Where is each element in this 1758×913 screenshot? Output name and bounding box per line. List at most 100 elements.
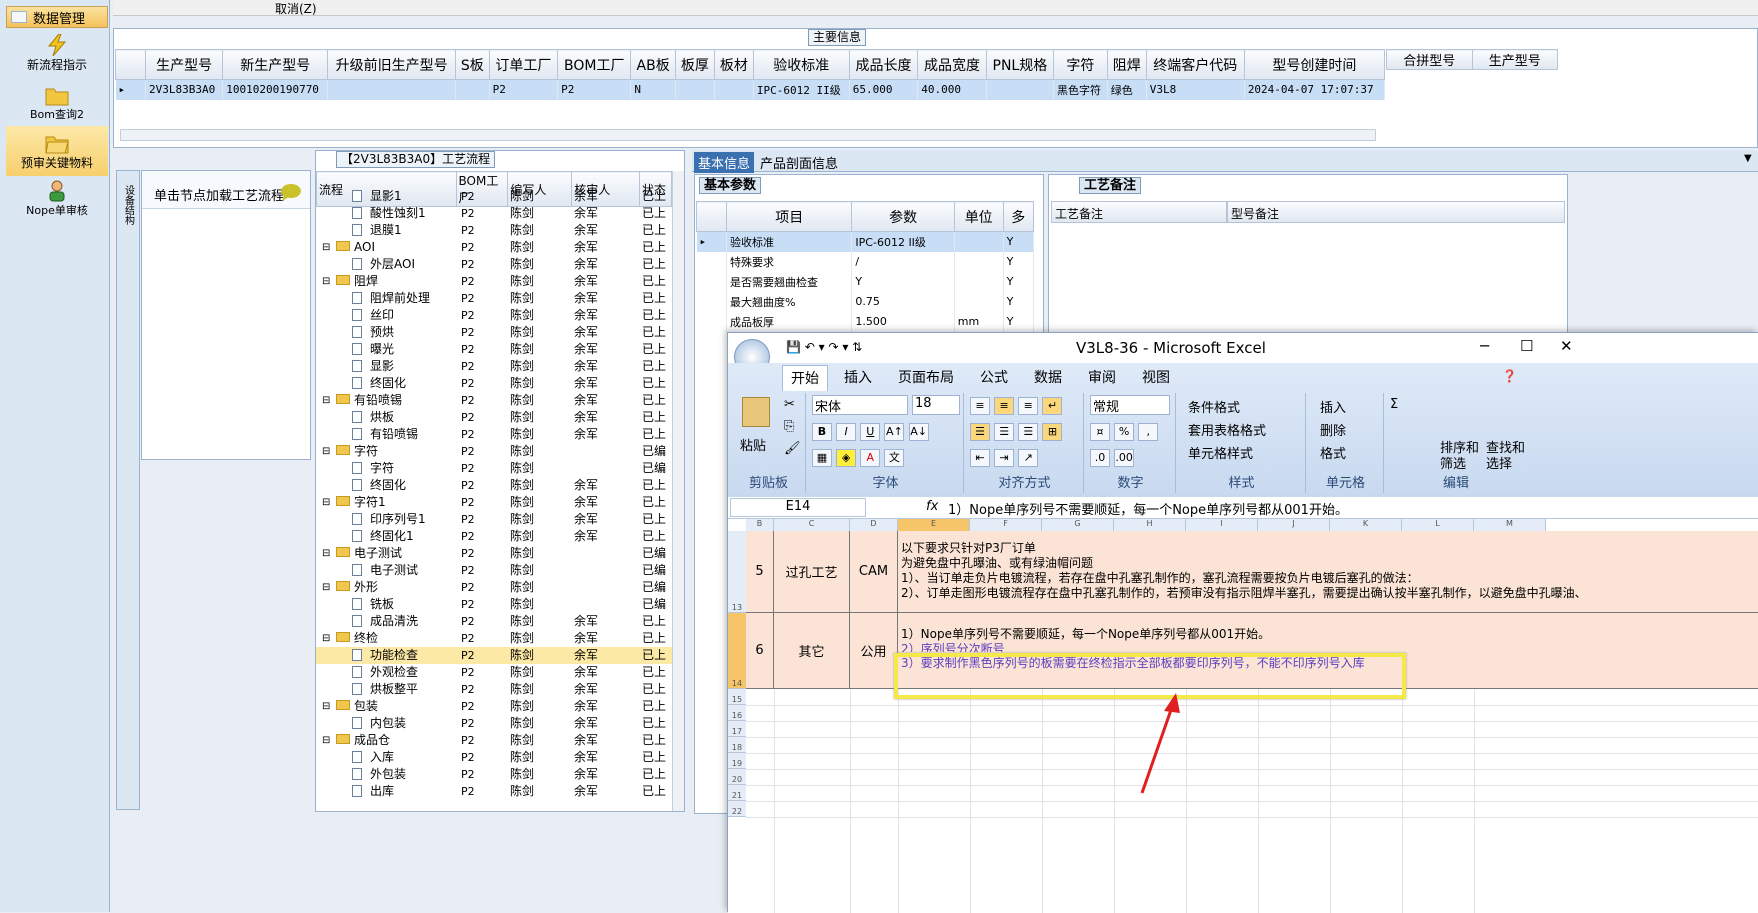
insert-button[interactable]: 插入 xyxy=(1320,397,1346,416)
main-info-cell[interactable] xyxy=(327,79,456,100)
tree-row[interactable]: 内包装 P2 陈剑 余军 已上 xyxy=(316,715,672,732)
main-info-column-header[interactable]: PNL规格 xyxy=(985,49,1054,80)
collapse-icon[interactable]: ⊟ xyxy=(322,630,330,647)
main-info-column-header[interactable]: 板材 xyxy=(713,49,754,80)
conditional-format-button[interactable]: 条件格式 xyxy=(1188,397,1240,416)
main-info-cell[interactable]: 2024-04-07 17:07:37 xyxy=(1244,79,1386,100)
collapse-icon[interactable]: ⊟ xyxy=(322,273,330,290)
tree-row[interactable]: 电子测试 P2 陈剑 已编 xyxy=(316,562,672,579)
param-row[interactable]: 成品板厚 1.500 mm Y xyxy=(696,311,1035,332)
tree-row[interactable]: 显影 P2 陈剑 余军 已上 xyxy=(316,358,672,375)
align-center-icon[interactable]: ☰ xyxy=(994,423,1015,441)
main-info-cell[interactable]: 40.000 xyxy=(917,79,987,100)
main-info-cell[interactable]: 65.000 xyxy=(849,79,919,100)
tree-row[interactable]: ⊟ 包装 P2 陈剑 余军 已上 xyxy=(316,698,672,715)
main-info-cell[interactable]: 2V3L83B3A0 xyxy=(145,79,224,100)
tree-row[interactable]: ⊟ 字符 P2 陈剑 已编 xyxy=(316,443,672,460)
param-item[interactable]: 成品板厚 xyxy=(726,311,853,332)
increase-indent-icon[interactable]: ⇥ xyxy=(994,449,1015,467)
align-left-icon[interactable]: ☰ xyxy=(970,423,990,441)
column-header[interactable]: M xyxy=(1474,519,1546,531)
name-box[interactable]: E14 xyxy=(730,498,866,517)
main-info-column-header[interactable]: 生产型号 xyxy=(144,49,224,80)
main-info-column-header[interactable]: S板 xyxy=(454,49,490,80)
tree-row[interactable]: ⊟ 外形 P2 陈剑 已编 xyxy=(316,579,672,596)
tree-row[interactable]: 退膜1 P2 陈剑 余军 已上 xyxy=(316,222,672,239)
tree-row[interactable]: ⊟ 阻焊 P2 陈剑 余军 已上 xyxy=(316,273,672,290)
nav-item-bom-query[interactable]: Bom查询2 xyxy=(6,78,108,128)
main-info-column-header[interactable]: 成品宽度 xyxy=(917,49,987,80)
main-info-column-header[interactable]: 型号创建时间 xyxy=(1243,49,1386,80)
collapse-icon[interactable]: ⊟ xyxy=(322,443,330,460)
align-bottom-icon[interactable]: ≡ xyxy=(1018,397,1039,415)
cell-row14-dept[interactable]: 公用 xyxy=(850,613,898,689)
main-info-column-header[interactable]: 成品长度 xyxy=(848,49,919,80)
row-header[interactable]: 19 xyxy=(728,753,746,769)
tree-row[interactable]: 预烘 P2 陈剑 余军 已上 xyxy=(316,324,672,341)
merge-column-header[interactable]: 生产型号 xyxy=(1471,49,1558,70)
tree-row[interactable]: ⊟ 字符1 P2 陈剑 余军 已上 xyxy=(316,494,672,511)
main-info-cell[interactable]: N xyxy=(630,79,676,100)
column-header[interactable]: E xyxy=(898,519,970,531)
number-format-select[interactable]: 常规 xyxy=(1090,395,1170,415)
italic-button[interactable]: I xyxy=(836,423,857,441)
tree-row[interactable]: 显影1 P2 陈剑 余军 已上 xyxy=(316,188,672,205)
main-info-cell[interactable] xyxy=(986,79,1054,100)
fill-color-icon[interactable]: ◈ xyxy=(836,449,857,467)
tree-row[interactable]: 曝光 P2 陈剑 余军 已上 xyxy=(316,341,672,358)
ribbon-tab[interactable]: 开始 xyxy=(782,365,828,391)
tree-row[interactable]: 字符 P2 陈剑 已编 xyxy=(316,460,672,477)
param-flag[interactable]: Y xyxy=(1003,311,1035,332)
column-header[interactable]: J xyxy=(1258,519,1330,531)
tree-row[interactable]: 成品清洗 P2 陈剑 余军 已上 xyxy=(316,613,672,630)
tree-row[interactable]: 终固化 P2 陈剑 余军 已上 xyxy=(316,477,672,494)
column-header[interactable]: F xyxy=(970,519,1042,531)
column-header[interactable]: D xyxy=(850,519,898,531)
row-header[interactable]: 13 xyxy=(728,531,746,613)
align-middle-icon[interactable]: ≡ xyxy=(994,397,1015,415)
main-info-column-header[interactable]: 板厚 xyxy=(674,49,715,80)
main-info-cell[interactable]: P2 xyxy=(557,79,632,100)
sort-button-line2[interactable]: 筛选 xyxy=(1440,453,1466,472)
chevron-down-icon[interactable]: ▼ xyxy=(1744,153,1752,164)
column-header[interactable]: H xyxy=(1114,519,1186,531)
param-unit[interactable]: mm xyxy=(954,311,1004,332)
param-flag[interactable]: Y xyxy=(1003,291,1035,312)
tree-row[interactable]: 外观检查 P2 陈剑 余军 已上 xyxy=(316,664,672,681)
font-size-select[interactable]: 18 xyxy=(912,395,960,415)
row-header[interactable]: 14 xyxy=(728,613,746,689)
copy-icon[interactable]: ⎘ xyxy=(784,419,794,434)
main-info-column-header[interactable]: 终端客户代码 xyxy=(1145,49,1245,80)
merge-center-icon[interactable]: ⊞ xyxy=(1042,423,1063,441)
column-header[interactable]: C xyxy=(774,519,850,531)
horizontal-scrollbar[interactable] xyxy=(120,129,1376,141)
percent-icon[interactable]: % xyxy=(1114,423,1135,441)
formula-input[interactable]: 1）Nope单序列号不需要顺延，每一个Nope单序列号都从001开始。 xyxy=(948,499,1348,518)
param-row[interactable]: 最大翘曲度% 0.75 Y xyxy=(696,291,1035,312)
cell-row13-num[interactable]: 5 xyxy=(746,531,774,613)
underline-button[interactable]: U xyxy=(860,423,881,441)
param-value[interactable]: IPC-6012 II级 xyxy=(851,231,955,252)
paste-icon[interactable] xyxy=(742,397,770,427)
param-column-header[interactable]: 多 xyxy=(1002,201,1035,232)
tree-row[interactable]: ⊟ 终检 P2 陈剑 余军 已上 xyxy=(316,630,672,647)
param-flag[interactable]: Y xyxy=(1003,271,1035,292)
main-info-cell[interactable]: 10010200190770 xyxy=(222,79,329,100)
tree-row[interactable]: ⊟ AOI P2 陈剑 余军 已上 xyxy=(316,239,672,256)
param-flag[interactable]: Y xyxy=(1003,231,1035,252)
row-header[interactable]: 20 xyxy=(728,769,746,785)
help-icon[interactable]: ❓ xyxy=(1502,369,1517,383)
cell-style-button[interactable]: 单元格样式 xyxy=(1188,443,1253,462)
row-header[interactable]: 21 xyxy=(728,785,746,801)
orientation-icon[interactable]: ↗ xyxy=(1018,449,1039,467)
tree-row[interactable]: 功能检查 P2 陈剑 余军 已上 xyxy=(316,647,672,664)
param-item[interactable]: 最大翘曲度% xyxy=(726,291,853,312)
tree-row[interactable]: ⊟ 成品仓 P2 陈剑 余军 已上 xyxy=(316,732,672,749)
main-info-cell[interactable]: IPC-6012 II级 xyxy=(753,79,850,100)
collapse-icon[interactable]: ⊟ xyxy=(322,545,330,562)
cell-row13-dept[interactable]: CAM xyxy=(850,531,898,613)
main-info-column-header[interactable]: 新生产型号 xyxy=(222,49,329,80)
main-info-column-header[interactable]: BOM工厂 xyxy=(557,49,632,80)
cell-row13-item[interactable]: 过孔工艺 xyxy=(774,531,850,613)
tree-row[interactable]: 酸性蚀刻1 P2 陈剑 余军 已上 xyxy=(316,205,672,222)
